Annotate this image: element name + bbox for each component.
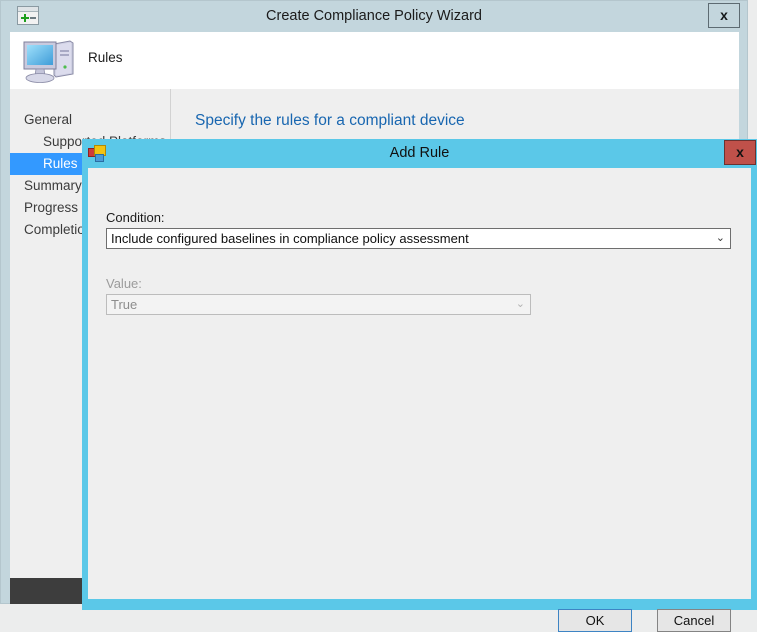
wizard-titlebar: Create Compliance Policy Wizard x bbox=[1, 1, 747, 31]
value-dropdown[interactable]: True ⌄ bbox=[106, 294, 531, 315]
wizard-close-button[interactable]: x bbox=[708, 3, 740, 28]
dialog-titlebar: Add Rule x bbox=[82, 139, 757, 168]
cancel-button[interactable]: Cancel bbox=[657, 609, 731, 632]
page-title: Specify the rules for a compliant device bbox=[195, 112, 465, 129]
condition-dropdown[interactable]: Include configured baselines in complian… bbox=[106, 228, 731, 249]
chevron-down-icon: ⌄ bbox=[715, 232, 725, 244]
dialog-title: Add Rule bbox=[389, 145, 450, 161]
dialog-close-button[interactable]: x bbox=[724, 140, 756, 165]
chevron-down-icon: ⌄ bbox=[515, 298, 525, 310]
wizard-header-label: Rules bbox=[88, 50, 123, 65]
value-label: Value: bbox=[106, 276, 142, 291]
value-selected-value: True bbox=[111, 297, 138, 312]
computer-monitor-icon bbox=[23, 40, 74, 83]
condition-selected-value: Include configured baselines in complian… bbox=[111, 231, 469, 246]
wizard-title: Create Compliance Policy Wizard bbox=[266, 8, 482, 24]
dialog-client-area: Condition: Include configured baselines … bbox=[88, 168, 751, 632]
condition-label: Condition: bbox=[106, 210, 165, 225]
add-rule-dialog: Add Rule x Condition: Include configured… bbox=[82, 139, 757, 632]
ok-button[interactable]: OK bbox=[558, 609, 632, 632]
wizard-header-banner: Rules bbox=[10, 32, 739, 89]
sidebar-item-general[interactable]: General bbox=[10, 109, 170, 131]
